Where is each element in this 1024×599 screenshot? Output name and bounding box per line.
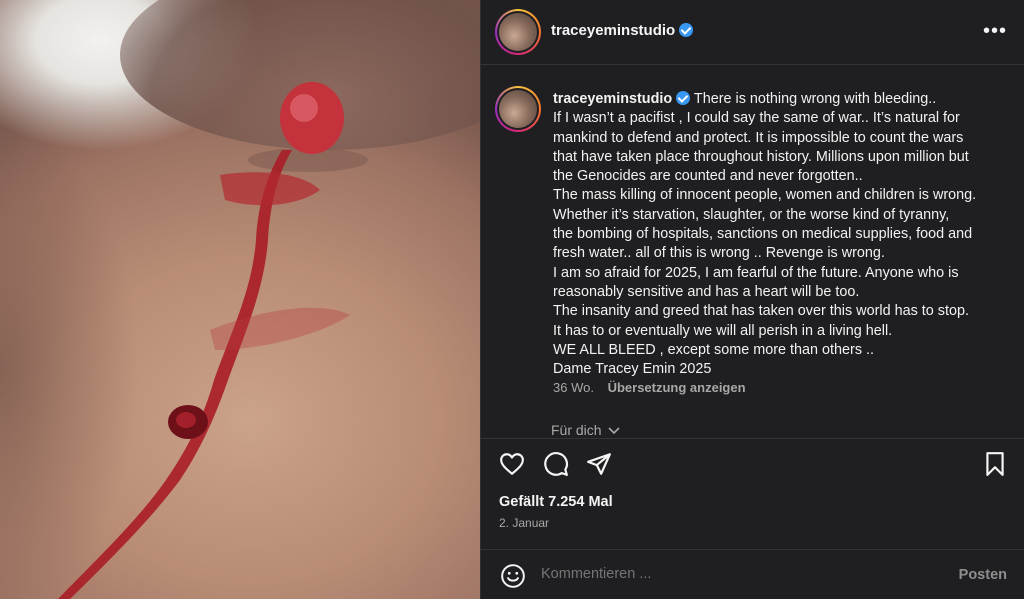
blood-trail-graphic [58,82,368,599]
caption-line: that have taken place throughout history… [553,148,969,165]
likes-count[interactable]: Gefällt 7.254 Mal [499,494,613,510]
comment-icon[interactable] [543,451,569,477]
caption-meta: 36 Wo. Übersetzung anzeigen [553,380,746,395]
caption-line: The insanity and greed that has taken ov… [553,303,969,320]
caption-text: traceyeminstudio There is nothing wrong … [553,90,1013,379]
post-header: traceyeminstudio ••• [481,0,1024,65]
caption-line: Dame Tracey Emin 2025 [553,361,712,378]
caption-line: The mass killing of innocent people, wom… [553,187,977,204]
more-options-button[interactable]: ••• [983,20,1007,43]
post-panel: traceyeminstudio ••• traceyeminstudio Th… [480,0,1024,599]
caption-line: Whether it’s starvation, slaughter, or t… [553,206,950,223]
caption-line: It has to or eventually we will all peri… [553,322,893,339]
caption-first-line: There is nothing wrong with bleeding.. [693,91,937,107]
chevron-down-icon [608,427,621,435]
emoji-icon[interactable] [500,563,526,589]
post-date: 2. Januar [499,516,550,530]
avatar[interactable] [495,9,541,55]
caption-line: reasonably sensitive and has a heart wil… [553,283,860,300]
caption-line: the Genocides are counted and never forg… [553,168,863,185]
verified-icon [679,23,694,37]
caption-avatar[interactable] [495,86,541,132]
comment-input[interactable] [541,566,921,582]
caption-line: If I wasn’t a pacifist , I could say the… [553,110,960,127]
for-you-label: Für dich [551,422,602,438]
post-image[interactable] [0,0,480,599]
verified-icon [676,91,691,105]
bookmark-icon[interactable] [983,451,1007,477]
share-icon[interactable] [586,451,612,477]
caption-line: I am so afraid for 2025, I am fearful of… [553,264,959,281]
translate-link[interactable]: Übersetzung anzeigen [608,380,746,395]
action-bar [481,438,1024,488]
header-username[interactable]: traceyeminstudio [551,22,694,39]
caption-section: traceyeminstudio There is nothing wrong … [481,66,1024,438]
post-age: 36 Wo. [553,380,594,395]
caption-line: the bombing of hospitals, sanctions on m… [553,226,973,243]
caption-username[interactable]: traceyeminstudio [553,91,672,107]
for-you-link[interactable]: Für dich [551,422,621,438]
heart-icon[interactable] [499,451,525,477]
post-comment-button[interactable]: Posten [959,567,1007,583]
caption-line: fresh water.. all of this is wrong .. Re… [553,245,885,262]
comment-bar: Posten [481,549,1024,599]
caption-line: mankind to defend and protect. It is imp… [553,129,964,146]
caption-line: WE ALL BLEED , except some more than oth… [553,341,875,358]
